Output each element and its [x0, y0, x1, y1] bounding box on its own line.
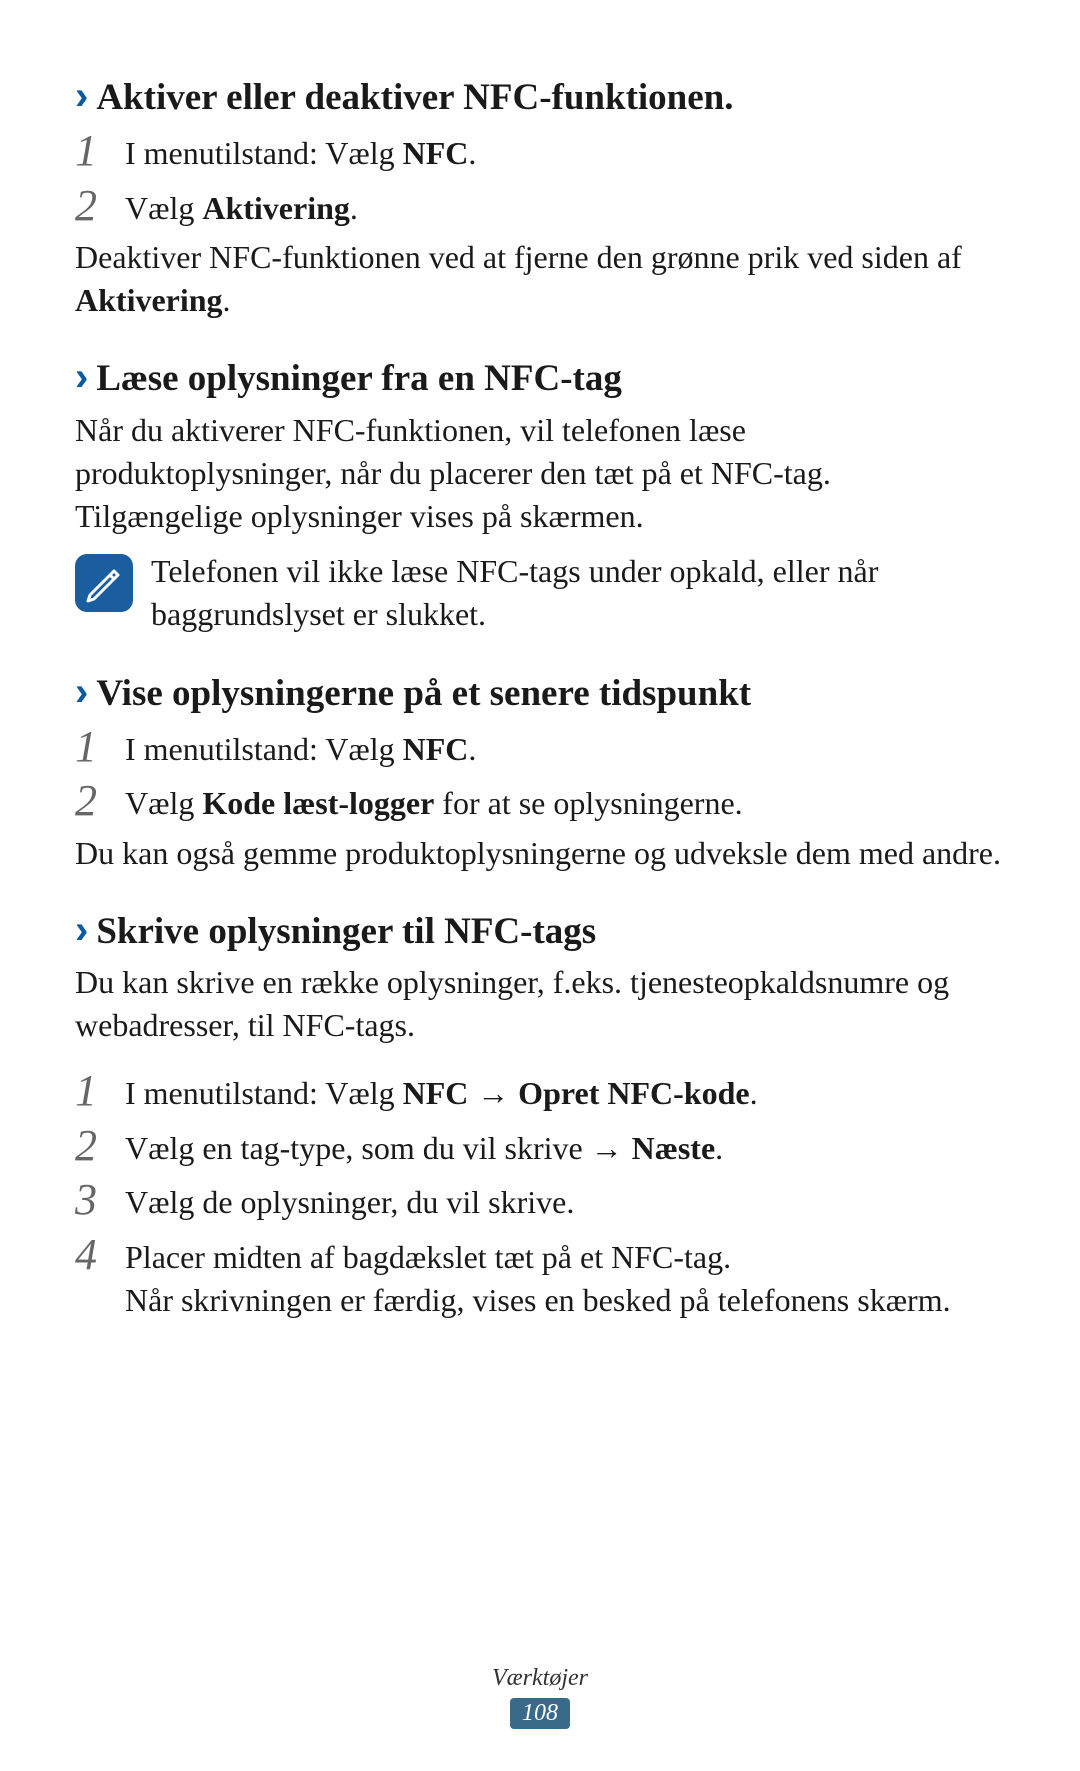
- step-number: 3: [75, 1176, 125, 1224]
- chevron-icon: ›: [75, 672, 88, 712]
- step-number: 2: [75, 182, 125, 230]
- heading-text: Vise oplysningerne på et senere tidspunk…: [96, 671, 751, 717]
- step-item: 2 Vælg Kode læst-logger for at se oplysn…: [75, 777, 1005, 825]
- note: Telefonen vil ikke læse NFC-tags under o…: [75, 550, 1005, 636]
- step-number: 2: [75, 1122, 125, 1170]
- heading-text: Læse oplysninger fra en NFC-tag: [96, 356, 622, 402]
- chevron-icon: ›: [75, 357, 88, 397]
- step-text: I menutilstand: Vælg NFC → Opret NFC-kod…: [125, 1067, 758, 1115]
- page-number: 108: [510, 1698, 570, 1729]
- section-heading: › Læse oplysninger fra en NFC-tag: [75, 356, 1005, 402]
- step-text: I menutilstand: Vælg NFC.: [125, 127, 476, 175]
- step-number: 1: [75, 723, 125, 771]
- step-item: 1 I menutilstand: Vælg NFC.: [75, 127, 1005, 175]
- section-heading: › Aktiver eller deaktiver NFC-funktionen…: [75, 75, 1005, 121]
- chevron-icon: ›: [75, 76, 88, 116]
- step-item: 1 I menutilstand: Vælg NFC → Opret NFC-k…: [75, 1067, 1005, 1115]
- step-text: Vælg Kode læst-logger for at se oplysnin…: [125, 777, 743, 825]
- note-icon: [75, 554, 133, 612]
- step-text: I menutilstand: Vælg NFC.: [125, 723, 476, 771]
- section-heading: › Skrive oplysninger til NFC-tags: [75, 909, 1005, 955]
- step-item: 3 Vælg de oplysninger, du vil skrive.: [75, 1176, 1005, 1224]
- step-number: 1: [75, 127, 125, 175]
- paragraph: Når du aktiverer NFC-funktionen, vil tel…: [75, 409, 1005, 539]
- paragraph: Du kan skrive en række oplysninger, f.ek…: [75, 961, 1005, 1047]
- step-number: 4: [75, 1231, 125, 1279]
- step-number: 1: [75, 1067, 125, 1115]
- chevron-icon: ›: [75, 910, 88, 950]
- page-footer: Værktøjer 108: [0, 1665, 1080, 1729]
- step-text: Placer midten af bagdækslet tæt på et NF…: [125, 1231, 951, 1322]
- section-heading: › Vise oplysningerne på et senere tidspu…: [75, 671, 1005, 717]
- step-item: 4 Placer midten af bagdækslet tæt på et …: [75, 1231, 1005, 1322]
- paragraph: Du kan også gemme produktoplysningerne o…: [75, 832, 1005, 875]
- heading-text: Aktiver eller deaktiver NFC-funktionen.: [96, 75, 733, 121]
- step-text: Vælg de oplysninger, du vil skrive.: [125, 1176, 574, 1224]
- paragraph: Deaktiver NFC-funktionen ved at fjerne d…: [75, 236, 1005, 322]
- note-text: Telefonen vil ikke læse NFC-tags under o…: [151, 550, 1005, 636]
- step-text: Vælg en tag-type, som du vil skrive → Næ…: [125, 1122, 723, 1170]
- step-item: 2 Vælg Aktivering.: [75, 182, 1005, 230]
- step-item: 1 I menutilstand: Vælg NFC.: [75, 723, 1005, 771]
- step-item: 2 Vælg en tag-type, som du vil skrive → …: [75, 1122, 1005, 1170]
- step-text: Vælg Aktivering.: [125, 182, 358, 230]
- heading-text: Skrive oplysninger til NFC-tags: [96, 909, 596, 955]
- step-number: 2: [75, 777, 125, 825]
- footer-section-label: Værktøjer: [0, 1665, 1080, 1692]
